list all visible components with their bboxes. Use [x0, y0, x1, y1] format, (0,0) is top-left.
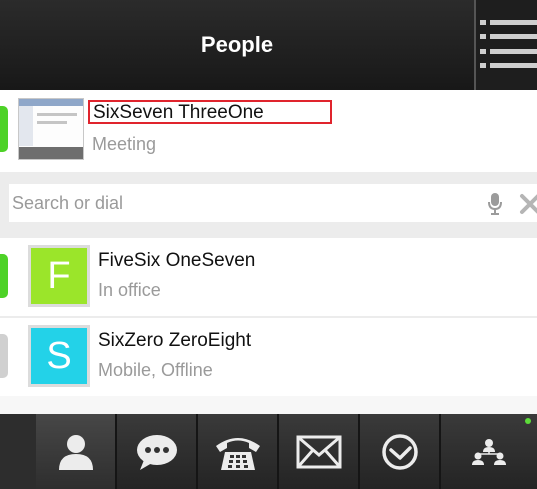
presence-indicator: [0, 254, 8, 298]
nav-chat-button[interactable]: [117, 414, 198, 489]
nav-calls-button[interactable]: [198, 414, 279, 489]
avatar: S: [28, 325, 90, 387]
app-window: People SixSeven ThreeOne Meeting Search …: [0, 0, 537, 489]
self-contact-status: Meeting: [92, 134, 157, 154]
clear-icon[interactable]: [519, 193, 537, 215]
presence-indicator: [0, 334, 8, 378]
page-title: People: [200, 32, 274, 57]
avatar: F: [28, 245, 90, 307]
self-contact-card[interactable]: SixSeven ThreeOne Meeting: [0, 90, 537, 172]
presence-indicator: [0, 106, 8, 152]
microphone-icon[interactable]: [487, 192, 503, 216]
contact-list-item[interactable]: S SixZero ZeroEight Mobile, Offline: [0, 318, 537, 396]
chat-bubble-icon: [136, 434, 177, 470]
search-box: [9, 184, 537, 222]
contact-name: SixZero ZeroEight: [98, 330, 252, 351]
contact-name: FiveSix OneSeven: [98, 250, 256, 271]
bottom-nav-bar: [0, 414, 537, 489]
contact-status: In office: [98, 280, 161, 300]
screen-share-thumbnail[interactable]: [18, 98, 84, 160]
org-chart-icon: [472, 438, 506, 465]
nav-org-chart-button[interactable]: [441, 414, 537, 489]
contact-status: Mobile, Offline: [98, 360, 213, 380]
header-bar: People: [0, 0, 537, 90]
phone-icon: [215, 437, 260, 470]
self-contact-name[interactable]: SixSeven ThreeOne: [88, 100, 332, 124]
clock-icon: [381, 433, 418, 470]
search-area: [0, 172, 537, 238]
nav-mail-button[interactable]: [279, 414, 360, 489]
menu-button[interactable]: [476, 0, 537, 90]
contact-list-item[interactable]: F FiveSix OneSeven In office: [0, 238, 537, 316]
search-input[interactable]: [9, 184, 472, 222]
nav-history-button[interactable]: [360, 414, 441, 489]
status-dot: [525, 418, 531, 424]
mail-icon: [296, 435, 341, 468]
person-icon: [58, 434, 93, 470]
nav-people-button[interactable]: [36, 414, 117, 489]
